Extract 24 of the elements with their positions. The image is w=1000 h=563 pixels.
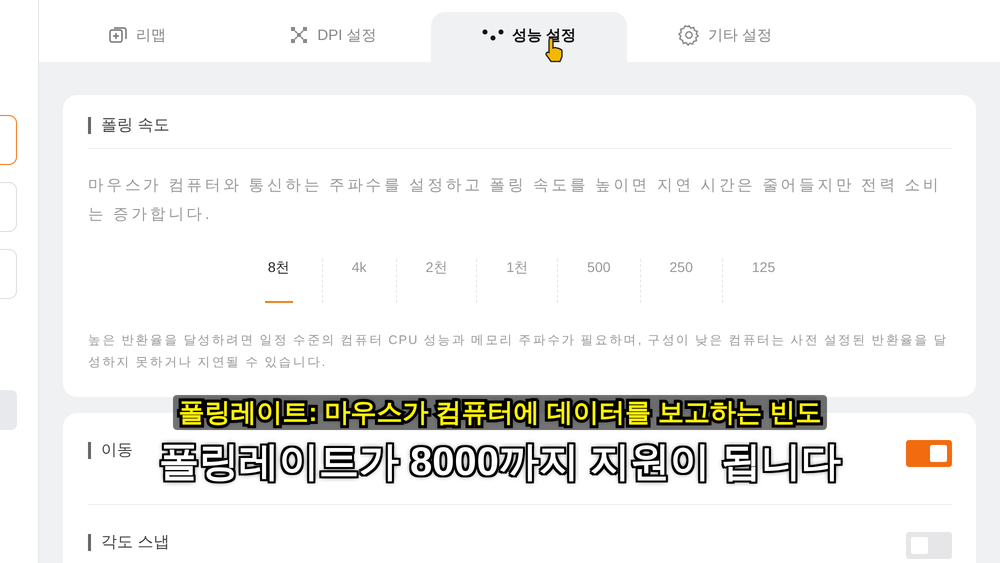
settings-icon <box>678 24 700 46</box>
tab[interactable]: 리맵 <box>39 12 235 62</box>
note-text: 높은 반환율을 달성하려면 일정 수준의 컴퓨터 CPU 성능과 메모리 주파수가 필요하며, 구성이 낮은 컴퓨터는 사전 설정된 반환율을 달성하지 못하거나 지연될 수 있습니다. <box>88 332 949 371</box>
polling-option[interactable]: 125 <box>722 259 804 303</box>
add-layer-icon <box>108 25 128 45</box>
tab[interactable]: 기타 설정 <box>627 12 823 62</box>
dots-icon <box>482 28 504 42</box>
description-text: 마우스가 컴퓨터와 통신하는 주파수를 설정하고 폴링 속도를 높이면 지연 시간은 줄어들지만 전력 소비는 증가합니다. <box>88 176 942 225</box>
toggle-switch[interactable] <box>906 532 952 559</box>
polling-option[interactable]: 2천 <box>396 259 476 303</box>
setting-title: 이동 <box>101 441 133 461</box>
polling-option[interactable]: 500 <box>557 259 640 303</box>
subtitle-text: 폴링레이트가 8000까지 지원이 됩니다 <box>158 439 842 486</box>
polling-option[interactable]: 4k <box>322 259 396 303</box>
tab[interactable]: DPI 설정 <box>235 12 431 62</box>
polling-option[interactable]: 1천 <box>476 259 558 303</box>
polling-option[interactable]: 250 <box>640 259 722 303</box>
sidebar-card[interactable] <box>0 115 17 165</box>
toggle-switch[interactable] <box>906 440 952 467</box>
crosshair-icon <box>289 25 310 45</box>
subtitle-text: 폴링레이트: 마우스가 컴퓨터에 데이터를 보고하는 빈도 <box>172 395 828 430</box>
polling-option[interactable]: 8천 <box>236 259 322 303</box>
section-title: 폴링 속도 <box>101 116 170 136</box>
setting-title: 각도 스냅 <box>101 533 170 553</box>
